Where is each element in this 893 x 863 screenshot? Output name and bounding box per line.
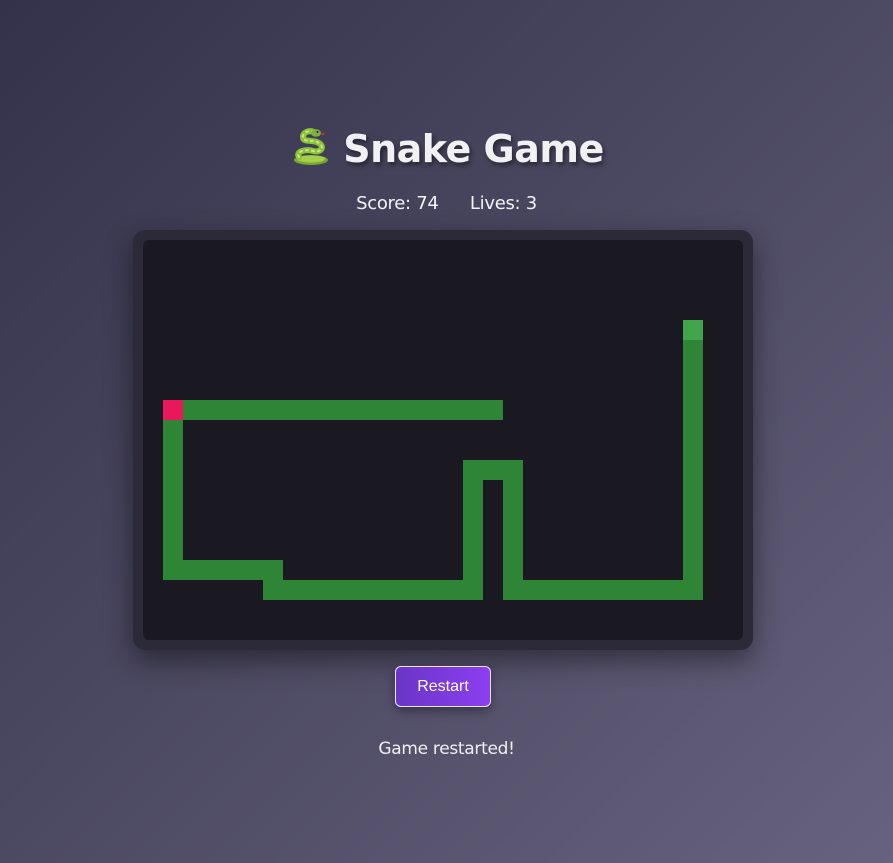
- snake-segment: [543, 580, 563, 600]
- snake-segment: [443, 580, 463, 600]
- snake-segment: [403, 400, 423, 420]
- snake-segment: [683, 540, 703, 560]
- snake-segment: [283, 400, 303, 420]
- snake-segment: [683, 520, 703, 540]
- snake-segment: [163, 440, 183, 460]
- title-text: Snake Game: [343, 127, 604, 171]
- snake-segment: [683, 580, 703, 600]
- game-board-frame: [133, 230, 753, 650]
- snake-segment: [683, 500, 703, 520]
- snake-segment: [463, 540, 483, 560]
- snake-segment: [503, 520, 523, 540]
- snake-segment: [283, 580, 303, 600]
- snake-segment: [163, 460, 183, 480]
- snake-segment: [663, 580, 683, 600]
- snake-segment: [163, 540, 183, 560]
- snake-segment: [363, 580, 383, 600]
- snake-segment: [503, 460, 523, 480]
- snake-segment: [303, 580, 323, 600]
- page-title: Snake Game: [0, 124, 893, 174]
- food-item: [163, 400, 183, 420]
- snake-segment: [163, 480, 183, 500]
- snake-segment: [683, 460, 703, 480]
- snake-segment: [603, 580, 623, 600]
- snake-segment: [683, 560, 703, 580]
- restart-button[interactable]: Restart: [395, 666, 491, 707]
- snake-segment: [203, 400, 223, 420]
- snake-segment: [463, 460, 483, 480]
- snake-segment: [643, 580, 663, 600]
- snake-segment: [223, 560, 243, 580]
- snake-segment: [443, 400, 463, 420]
- snake-segment: [503, 580, 523, 600]
- snake-segment: [623, 580, 643, 600]
- snake-segment: [383, 580, 403, 600]
- snake-segment: [683, 380, 703, 400]
- snake-segment: [423, 580, 443, 600]
- snake-segment: [463, 560, 483, 580]
- snake-segment: [243, 400, 263, 420]
- snake-segment: [463, 500, 483, 520]
- snake-segment: [463, 580, 483, 600]
- snake-segment: [263, 560, 283, 580]
- snake-segment: [503, 540, 523, 560]
- snake-segment: [263, 400, 283, 420]
- snake-icon: [289, 127, 333, 167]
- snake-segment: [583, 580, 603, 600]
- snake-segment: [163, 560, 183, 580]
- stats-bar: Score: 74 Lives: 3: [0, 191, 893, 217]
- snake-segment: [343, 400, 363, 420]
- snake-segment: [403, 580, 423, 600]
- snake-segment: [223, 400, 243, 420]
- snake-segment: [563, 580, 583, 600]
- snake-segment: [503, 500, 523, 520]
- snake-segment: [463, 520, 483, 540]
- snake-segment: [303, 400, 323, 420]
- lives-display: Lives: 3: [469, 193, 537, 214]
- snake-segment: [203, 560, 223, 580]
- snake-segment: [323, 580, 343, 600]
- snake-segment: [243, 560, 263, 580]
- snake-segment: [163, 520, 183, 540]
- snake-segment: [463, 480, 483, 500]
- snake-segment: [263, 580, 283, 600]
- snake-segment: [683, 340, 703, 360]
- snake-segment: [503, 560, 523, 580]
- game-board[interactable]: [143, 240, 743, 640]
- snake-segment: [323, 400, 343, 420]
- snake-segment: [683, 400, 703, 420]
- game-canvas[interactable]: [143, 240, 743, 640]
- snake-segment: [343, 580, 363, 600]
- snake-head: [683, 320, 703, 340]
- snake-segment: [423, 400, 443, 420]
- snake-segment: [383, 400, 403, 420]
- snake-segment: [183, 560, 203, 580]
- snake-segment: [683, 440, 703, 460]
- snake-segment: [483, 460, 503, 480]
- status-message: Game restarted!: [378, 739, 515, 759]
- snake-segment: [683, 420, 703, 440]
- snake-segment: [483, 400, 503, 420]
- snake-segment: [683, 480, 703, 500]
- score-display: Score: 74: [356, 193, 439, 214]
- snake-segment: [363, 400, 383, 420]
- snake-segment: [683, 360, 703, 380]
- snake-segment: [523, 580, 543, 600]
- snake-segment: [183, 400, 203, 420]
- snake-segment: [503, 480, 523, 500]
- snake-segment: [163, 420, 183, 440]
- snake-segment: [163, 500, 183, 520]
- snake-segment: [463, 400, 483, 420]
